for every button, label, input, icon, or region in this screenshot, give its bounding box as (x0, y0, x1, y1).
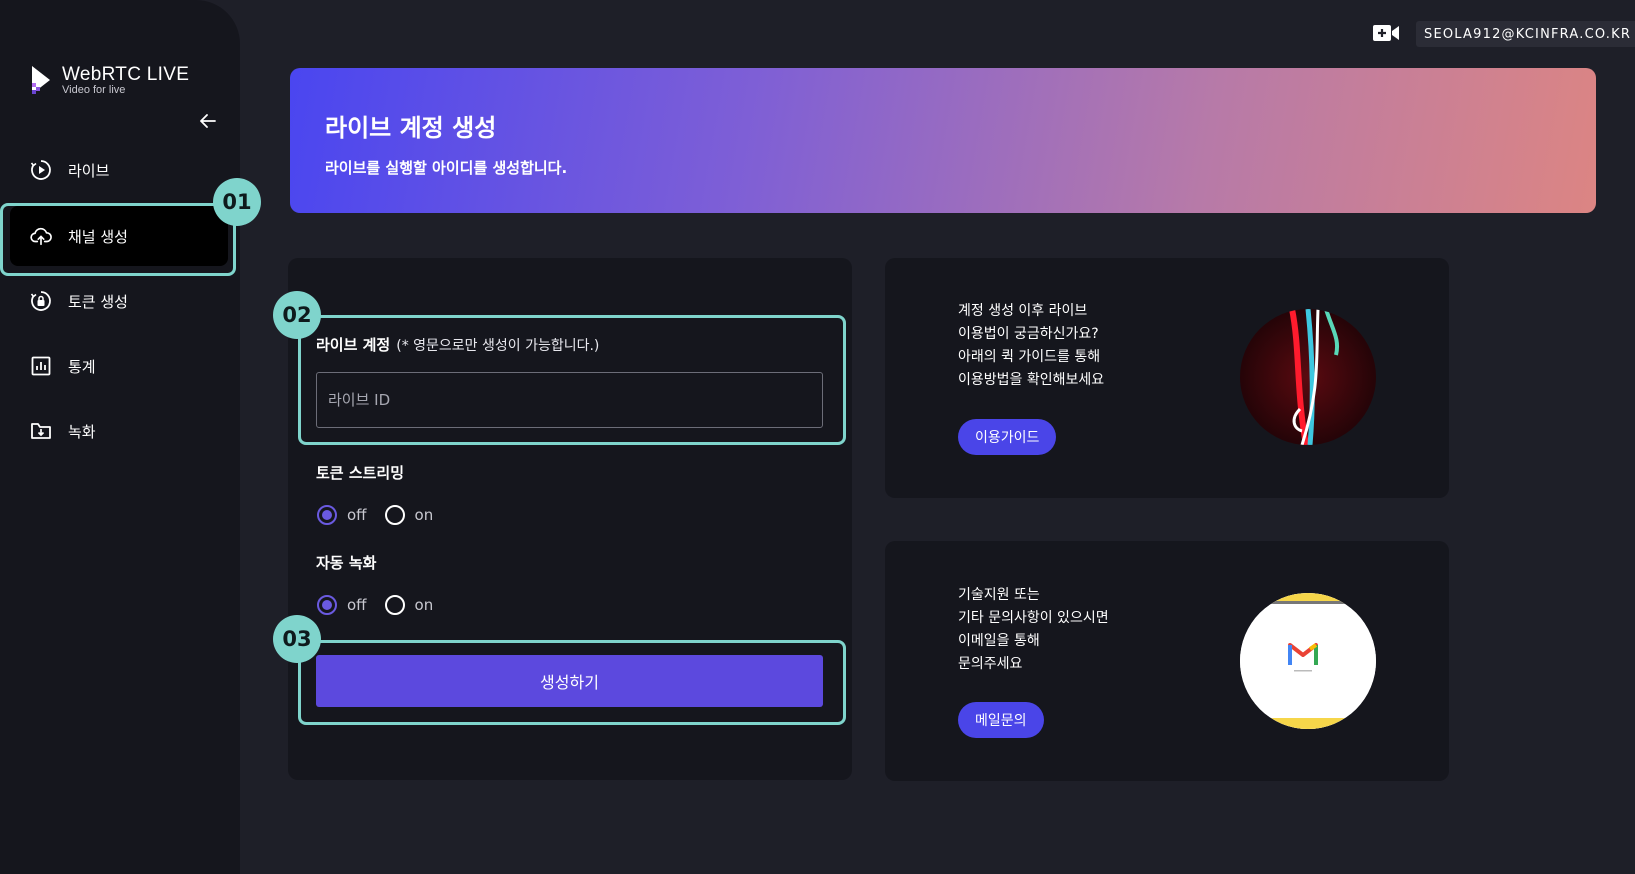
account-label: 라이브 계정 (* 영문으로만 생성이 가능합니다.) (316, 336, 600, 354)
sidebar-item-create-token[interactable]: 토큰 생성 (10, 271, 228, 331)
annotation-badge-02: 02 (273, 291, 321, 339)
mail-thumbnail (1240, 593, 1376, 729)
sidebar-item-create-channel[interactable]: 채널 생성 (10, 206, 228, 266)
token-streaming-options: off on (317, 505, 451, 525)
auto-record-off-radio[interactable] (317, 595, 337, 615)
radio-label: off (347, 596, 367, 614)
auto-record-label: 자동 녹화 (316, 554, 377, 572)
token-streaming-on-radio[interactable] (384, 505, 405, 525)
account-note: (* 영문으로만 생성이 가능합니다.) (396, 338, 600, 354)
radio-label: on (414, 596, 434, 614)
radio-label: on (414, 506, 434, 524)
annotation-badge-03: 03 (273, 615, 321, 663)
guide-thumbnail (1240, 309, 1376, 445)
sidebar-item-live[interactable]: 라이브 (10, 140, 228, 200)
annotation-badge-01: 01 (213, 178, 261, 226)
mail-text: 기술지원 또는 기타 문의사항이 있으시면 이메일을 통해 문의주세요 (958, 587, 1109, 672)
cloud-upload-icon (30, 227, 52, 246)
sidebar-item-statistics[interactable]: 통계 (10, 336, 228, 396)
app-logo[interactable]: WebRTC LIVE Video for live (30, 64, 189, 96)
auto-record-on-radio[interactable] (384, 595, 405, 615)
auto-record-options: off on (317, 595, 451, 615)
page-banner: 라이브 계정 생성 라이브를 실행할 아이디를 생성합니다. (290, 68, 1596, 213)
page-title: 라이브 계정 생성 (325, 114, 497, 142)
radio-label: off (347, 506, 367, 524)
guide-text: 계정 생성 이후 라이브 이용법이 궁금하신가요? 아래의 퀵 가이드를 통해 … (958, 303, 1105, 388)
live-id-input[interactable] (316, 372, 823, 428)
sidebar-item-label: 녹화 (68, 422, 96, 441)
sidebar-item-label: 라이브 (68, 161, 110, 180)
mail-card: 기술지원 또는 기타 문의사항이 있으시면 이메일을 통해 문의주세요 메일문의 (885, 541, 1449, 781)
sidebar-item-label: 토큰 생성 (68, 292, 128, 311)
sidebar-item-label: 통계 (68, 357, 96, 376)
video-add-icon[interactable] (1372, 22, 1400, 44)
lock-refresh-icon (30, 291, 51, 311)
folder-download-icon (31, 423, 51, 439)
bar-chart-icon (31, 356, 51, 376)
sidebar: WebRTC LIVE Video for live 라이브 채널 생성 토큰 … (0, 0, 240, 874)
user-email[interactable]: SEOLA912@KCINFRA.CO.KR (1416, 21, 1635, 47)
sidebar-item-recording[interactable]: 녹화 (10, 401, 228, 461)
user-guide-button[interactable]: 이용가이드 (958, 419, 1057, 455)
collapse-sidebar-icon[interactable] (198, 111, 218, 131)
token-streaming-off-radio[interactable] (317, 505, 337, 525)
mail-inquiry-button[interactable]: 메일문의 (958, 702, 1044, 738)
play-circle-icon (30, 160, 51, 180)
guide-card: 계정 생성 이후 라이브 이용법이 궁금하신가요? 아래의 퀵 가이드를 통해 … (885, 258, 1449, 498)
sidebar-item-label: 채널 생성 (68, 227, 128, 246)
page-description: 라이브를 실행할 아이디를 생성합니다. (325, 159, 568, 177)
token-streaming-label: 토큰 스트리밍 (316, 464, 405, 482)
logo-icon (32, 66, 50, 94)
app-title: WebRTC LIVE (62, 64, 190, 85)
create-button[interactable]: 생성하기 (316, 655, 823, 707)
